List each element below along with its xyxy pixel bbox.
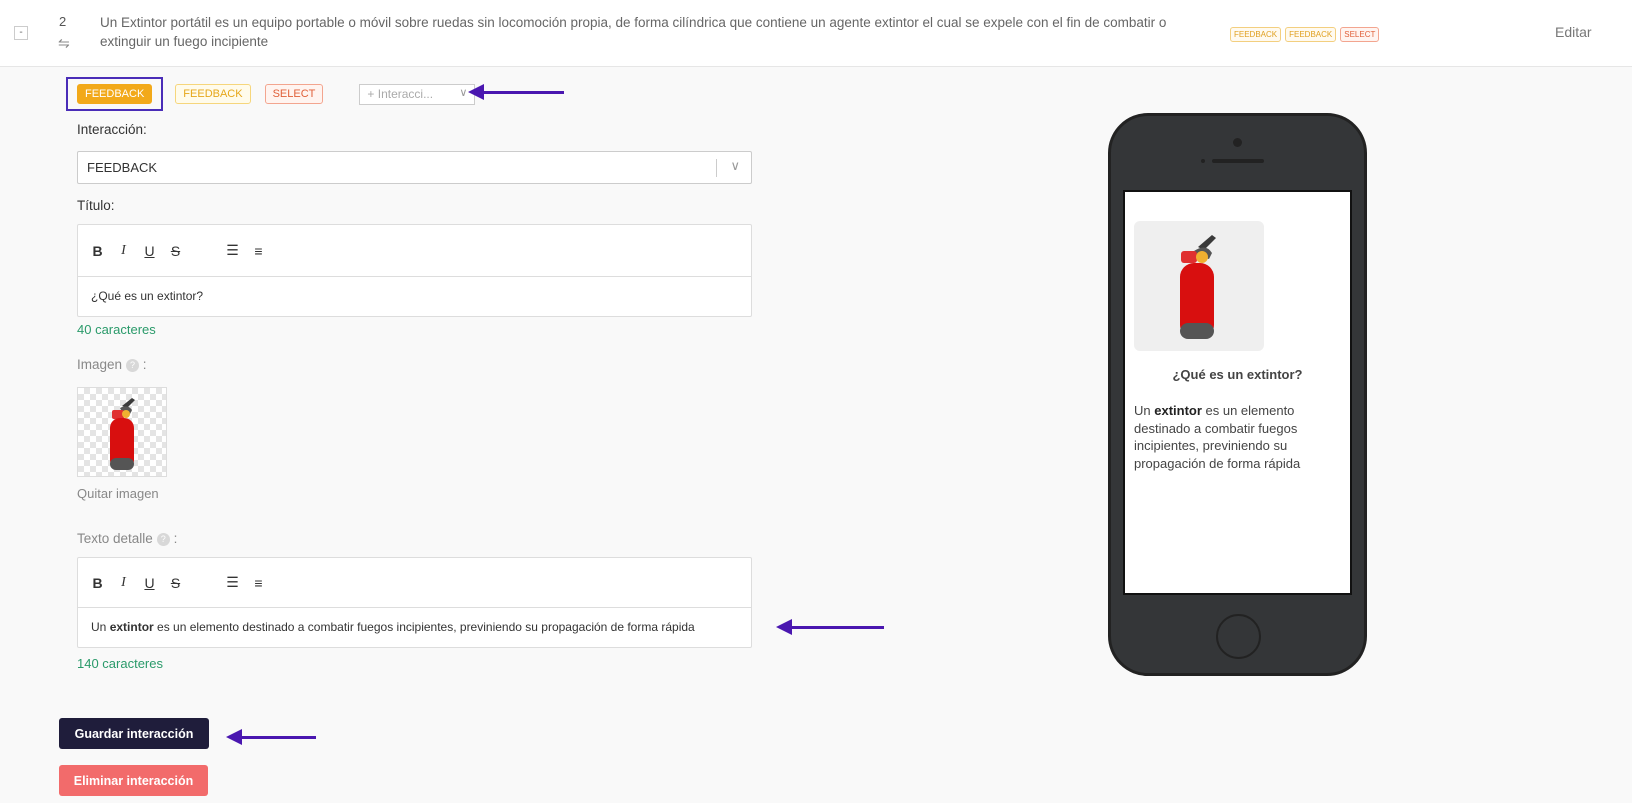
help-icon[interactable]: ?	[126, 358, 140, 372]
annotation-arrow	[468, 84, 564, 100]
row-tag-feedback: FEEDBACK	[1285, 27, 1337, 42]
bold-button[interactable]: B	[91, 575, 104, 591]
image-label: Imagen? :	[77, 357, 147, 372]
phone-home-button	[1216, 614, 1261, 659]
underline-button[interactable]: U	[143, 575, 156, 591]
title-label: Título:	[77, 198, 115, 213]
preview-image	[1134, 221, 1264, 351]
ordered-list-icon[interactable]: ☰	[226, 242, 239, 259]
annotation-arrow	[776, 619, 884, 635]
interaction-label: Interacción:	[77, 122, 147, 137]
question-row: - 2 ⇋ Un Extintor portátil es un equipo …	[0, 0, 1632, 67]
title-toolbar: B I U S ☰ ≡	[78, 225, 751, 277]
remove-image-link[interactable]: Quitar imagen	[77, 486, 159, 501]
annotation-arrow	[226, 729, 316, 745]
select-divider	[716, 159, 717, 177]
ordered-list-icon[interactable]: ☰	[226, 574, 239, 591]
underline-button[interactable]: U	[143, 243, 156, 259]
italic-button[interactable]: I	[117, 243, 130, 259]
interaction-tags-bar: FEEDBACK FEEDBACK SELECT + Interacci... …	[66, 74, 476, 114]
help-icon[interactable]: ?	[156, 532, 170, 546]
active-tag-highlight: FEEDBACK	[66, 77, 164, 111]
interaction-select-value: FEEDBACK	[87, 160, 158, 175]
phone-screen: ¿Qué es un extintor? Un extintor es un e…	[1123, 190, 1352, 595]
detail-input[interactable]: Un extintor es un elemento destinado a c…	[78, 608, 751, 647]
fire-extinguisher-icon	[1180, 235, 1216, 339]
detail-label: Texto detalle? :	[77, 531, 178, 546]
edit-link[interactable]: Editar	[1555, 24, 1592, 40]
row-description: Un Extintor portátil es un equipo portab…	[100, 15, 1167, 49]
row-tag-select: SELECT	[1340, 27, 1380, 42]
detail-char-counter: 140 caracteres	[77, 656, 163, 671]
bullet-list-icon[interactable]: ≡	[252, 243, 265, 259]
bold-button[interactable]: B	[91, 243, 104, 259]
collapse-button[interactable]: -	[14, 26, 28, 40]
phone-camera	[1233, 138, 1242, 147]
title-char-counter: 40 caracteres	[77, 322, 156, 337]
bullet-list-icon[interactable]: ≡	[252, 575, 265, 591]
image-thumbnail[interactable]	[77, 387, 167, 477]
interaction-select[interactable]: FEEDBACK ∨	[77, 151, 752, 184]
save-interaction-button[interactable]: Guardar interacción	[59, 718, 209, 749]
chevron-down-icon: ∨	[730, 158, 740, 173]
row-number: 2	[59, 14, 67, 29]
reorder-icon[interactable]: ⇋	[58, 35, 70, 52]
row-tag-feedback: FEEDBACK	[1230, 27, 1282, 42]
row-tags: FEEDBACK FEEDBACK SELECT	[1230, 27, 1380, 42]
detail-editor: B I U S ☰ ≡ Un extintor es un elemento d…	[77, 557, 752, 648]
title-editor: B I U S ☰ ≡ ¿Qué es un extintor?	[77, 224, 752, 317]
fire-extinguisher-icon	[110, 398, 135, 470]
preview-title: ¿Qué es un extintor?	[1172, 367, 1303, 382]
italic-button[interactable]: I	[117, 575, 130, 591]
tag-feedback[interactable]: FEEDBACK	[175, 84, 251, 104]
preview-text: Un extintor es un elemento destinado a c…	[1134, 403, 1301, 471]
add-interaction-placeholder: + Interacci...	[367, 86, 434, 101]
add-interaction-dropdown[interactable]: + Interacci... ∨	[359, 83, 476, 105]
phone-speaker	[1212, 159, 1264, 163]
tag-select[interactable]: SELECT	[264, 84, 324, 104]
chevron-down-icon: ∨	[459, 86, 468, 99]
tag-feedback-active[interactable]: FEEDBACK	[77, 84, 153, 104]
phone-preview: ¿Qué es un extintor? Un extintor es un e…	[1108, 113, 1367, 676]
strikethrough-button[interactable]: S	[169, 243, 182, 259]
detail-toolbar: B I U S ☰ ≡	[78, 558, 751, 608]
delete-interaction-button[interactable]: Eliminar interacción	[59, 765, 208, 796]
title-input[interactable]: ¿Qué es un extintor?	[78, 277, 751, 316]
strikethrough-button[interactable]: S	[169, 575, 182, 591]
